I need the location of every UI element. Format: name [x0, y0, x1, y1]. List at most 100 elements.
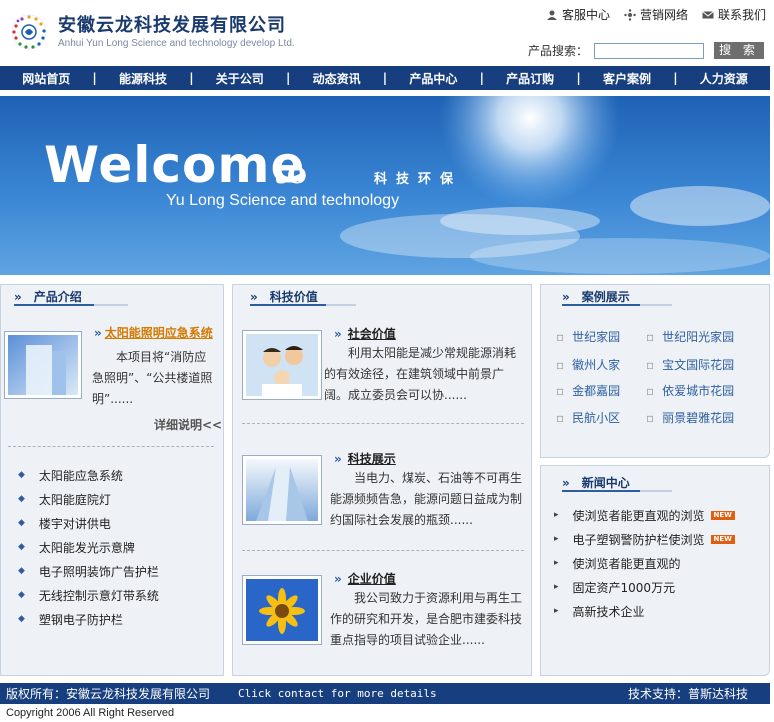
list-item-label: 太阳能发光示意牌	[38, 540, 135, 555]
case-label: 依爱城市花园	[662, 384, 735, 398]
contact-us-label: 联系我们	[717, 8, 766, 22]
products-divider	[8, 446, 214, 447]
footer-contact-link[interactable]: Click contact for more details	[238, 687, 437, 700]
skyscraper-image	[246, 459, 318, 521]
news-item-label: 高新技术企业	[572, 604, 645, 619]
case-link[interactable]: ▫ 金都嘉园	[556, 382, 620, 399]
tech-entry-text: 当电力、煤炭、石油等不可再生能源频频告急，能源问题日益成为制约国际社会发展的瓶颈…	[330, 471, 523, 527]
nav-energy-tech[interactable]: 能源科技	[97, 70, 189, 87]
sunflower-thumbnail[interactable]	[242, 575, 322, 645]
product-thumbnail[interactable]	[4, 331, 82, 399]
nav-products[interactable]: 产品中心	[387, 70, 479, 87]
case-label: 世纪家园	[572, 330, 621, 344]
customer-service-link[interactable]: 客服中心	[546, 6, 610, 23]
news-title-accent	[562, 490, 640, 492]
news-item[interactable]: ▸ 使浏览者能更直观的浏览 NEW	[554, 503, 735, 527]
nav-cases[interactable]: 客户案例	[581, 70, 673, 87]
welcome-banner: Welcome to 科技环保 Yu Long Science and tech…	[0, 96, 770, 275]
nav-about[interactable]: 关于公司	[194, 70, 286, 87]
case-link[interactable]: ▫ 徽州人家	[556, 356, 620, 373]
tech-heading-text: 社会价值	[347, 327, 396, 341]
news-item[interactable]: ▸ 使浏览者能更直观的	[554, 551, 735, 575]
news-item[interactable]: ▸ 高新技术企业	[554, 599, 735, 623]
banner-tagline: 科技环保	[374, 172, 463, 187]
nav-order[interactable]: 产品订购	[484, 70, 576, 87]
family-photo-image	[246, 334, 318, 396]
family-thumbnail[interactable]	[242, 330, 322, 400]
featured-product-title: 太阳能照明应急系统	[104, 326, 213, 340]
case-link[interactable]: ▫ 丽景碧雅花园	[646, 409, 734, 426]
building-thumbnail[interactable]	[242, 455, 322, 525]
network-icon	[624, 8, 636, 21]
list-item[interactable]: ◆ 太阳能发光示意牌	[18, 535, 159, 559]
list-item[interactable]: ◆ 无线控制示意灯带系统	[18, 583, 159, 607]
cases-title-accent	[562, 304, 640, 306]
tech-entry-heading[interactable]: » 企业价值	[334, 570, 396, 587]
news-title-text: 新闻中心	[581, 476, 630, 490]
list-item[interactable]: ◆ 楼宇对讲供电	[18, 511, 159, 535]
sunflower-image	[246, 579, 318, 641]
footer-bar: 版权所有：安徽云龙科技发展有限公司 Click contact for more…	[0, 683, 770, 704]
news-item-label: 电子塑钢警防护栏使浏览	[572, 532, 705, 547]
list-item-label: 楼宇对讲供电	[38, 516, 111, 531]
case-label: 世纪阳光家园	[662, 330, 735, 344]
company-name: 安徽云龙科技发展有限公司	[58, 15, 286, 36]
cases-title-text: 案例展示	[581, 290, 630, 304]
products-title: » 产品介绍	[14, 290, 82, 304]
case-link[interactable]: ▫ 世纪家园	[556, 328, 620, 345]
new-badge: NEW	[710, 534, 735, 544]
search-input[interactable]	[594, 42, 705, 59]
news-item[interactable]: ▸ 固定资产1000万元	[554, 575, 735, 599]
cases-title: » 案例展示	[562, 290, 630, 304]
list-item-label: 太阳能应急系统	[38, 468, 123, 483]
news-item-label: 使浏览者能更直观的浏览	[572, 508, 705, 523]
case-link[interactable]: ▫ 宝文国际花园	[646, 356, 734, 373]
list-item-label: 塑钢电子防护栏	[38, 612, 123, 627]
tech-title-accent	[250, 304, 326, 306]
nav-hr[interactable]: 人力资源	[678, 70, 770, 87]
list-item-label: 太阳能庭院灯	[38, 492, 111, 507]
tech-entry-text: 我公司致力于资源利用与再生工作的研究和开发，是合肥市建委科技重点指导的项目试验企…	[330, 591, 523, 647]
featured-product-link[interactable]: » 太阳能照明应急系统	[94, 324, 213, 341]
case-link[interactable]: ▫ 民航小区	[556, 409, 620, 426]
search-label: 产品搜索：	[528, 44, 589, 58]
products-list: ◆ 太阳能应急系统 ◆ 太阳能庭院灯 ◆ 楼宇对讲供电 ◆ 太阳能发光示意牌 ◆ 电子照明…	[18, 463, 159, 631]
person-icon	[546, 10, 557, 20]
footer-support[interactable]: 技术支持：普斯达科技	[628, 685, 748, 702]
case-label: 丽景碧雅花园	[662, 411, 735, 425]
news-item[interactable]: ▸ 电子塑钢警防护栏使浏览 NEW	[554, 527, 735, 551]
tech-entry-text: 利用太阳能是减少常规能源消耗的有效途径，在建筑领域中前景广阔。成立委员会可以协.…	[324, 346, 517, 402]
news-item-label: 固定资产1000万元	[572, 580, 676, 595]
case-label: 宝文国际花园	[662, 358, 735, 372]
tech-entry-heading[interactable]: » 科技展示	[334, 450, 396, 467]
new-badge: NEW	[710, 510, 735, 520]
featured-product-text: 本项目将“消防应急照明”、“公共楼道照明”......	[92, 350, 213, 406]
list-item[interactable]: ◆ 塑钢电子防护栏	[18, 607, 159, 631]
tech-heading-text: 科技展示	[347, 452, 396, 466]
case-link[interactable]: ▫ 世纪阳光家园	[646, 328, 734, 345]
nav-home[interactable]: 网站首页	[0, 70, 92, 87]
banner-welcome: Welcome	[44, 136, 306, 194]
news-list: ▸ 使浏览者能更直观的浏览 NEW ▸ 电子塑钢警防护栏使浏览 NEW ▸ 使浏览者能更直…	[554, 503, 735, 623]
products-title-accent	[14, 304, 94, 306]
list-item[interactable]: ◆ 电子照明装饰广告护栏	[18, 559, 159, 583]
details-link[interactable]: 详细说明<<	[154, 416, 222, 433]
list-item[interactable]: ◆ 太阳能庭院灯	[18, 487, 159, 511]
sales-network-link[interactable]: 营销网络	[624, 6, 688, 23]
list-item-label: 电子照明装饰广告护栏	[38, 564, 159, 579]
tech-entry-heading[interactable]: » 社会价值	[334, 325, 396, 342]
sales-network-label: 营销网络	[639, 8, 688, 22]
list-item[interactable]: ◆ 太阳能应急系统	[18, 463, 159, 487]
tech-title-text: 科技价值	[269, 290, 318, 304]
case-link[interactable]: ▫ 依爱城市花园	[646, 382, 734, 399]
tech-title: » 科技价值	[250, 290, 318, 304]
customer-service-label: 客服中心	[561, 8, 610, 22]
company-name-en: Anhui Yun Long Science and technology de…	[58, 38, 295, 49]
tech-heading-text: 企业价值	[347, 572, 396, 586]
top-links: 客服中心 营销网络 联系我们	[546, 6, 766, 23]
news-item-label: 使浏览者能更直观的	[572, 556, 681, 571]
search-button[interactable]: 搜 索	[714, 42, 765, 59]
contact-us-link[interactable]: 联系我们	[702, 6, 766, 23]
case-label: 民航小区	[572, 411, 621, 425]
nav-news[interactable]: 动态资讯	[290, 70, 382, 87]
